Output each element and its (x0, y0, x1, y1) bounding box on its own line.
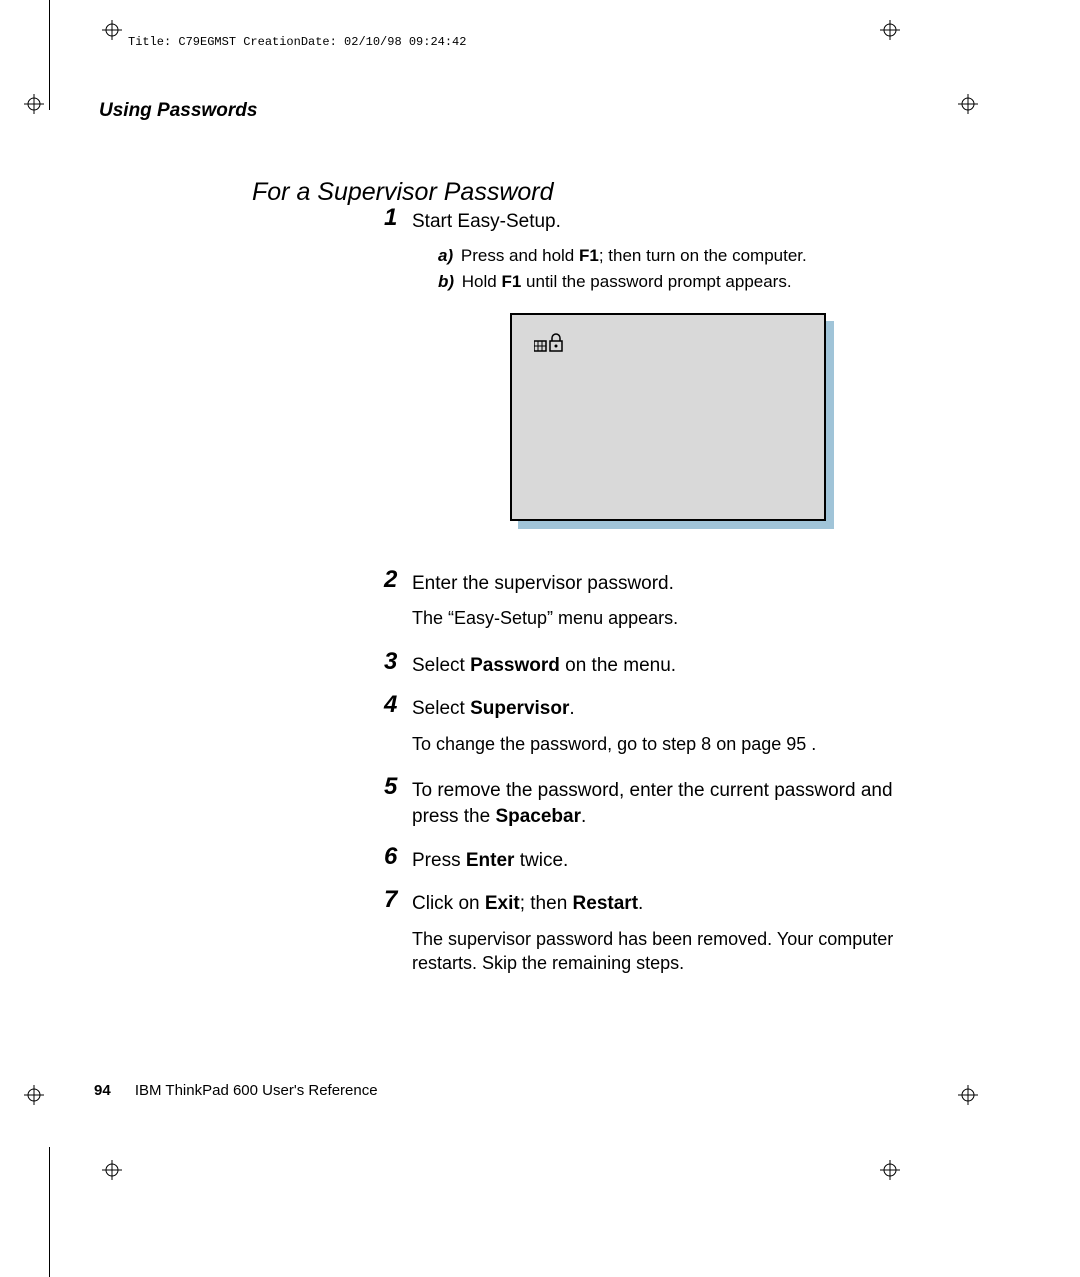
step-7: 7 Click on Exit; then Restart. The super… (384, 887, 944, 979)
step-number: 4 (384, 692, 402, 718)
crop-mark-top-right (958, 94, 978, 114)
step-1: 1 Start Easy-Setup. a) Press and hold F1… (384, 205, 944, 553)
step-number: 2 (384, 567, 402, 593)
step-number: 3 (384, 649, 402, 675)
step-pre: To remove the password, enter the curren… (412, 780, 893, 827)
step-post: . (581, 806, 586, 827)
crop-mark-bottom-inner (102, 1160, 122, 1180)
step-number: 7 (384, 887, 402, 913)
step-number: 1 (384, 205, 402, 231)
document-meta-line: Title: C79EGMST CreationDate: 02/10/98 0… (128, 35, 466, 49)
crop-mark-bottom-right (958, 1085, 978, 1105)
step-post: . (569, 698, 574, 719)
page-footer: 94 IBM ThinkPad 600 User's Reference (94, 1082, 378, 1099)
step-bold: Enter (466, 850, 515, 871)
step-3: 3 Select Password on the menu. (384, 649, 944, 679)
substep-bold: F1 (501, 272, 521, 291)
step-pre: Select (412, 655, 470, 676)
password-lock-icon (534, 333, 566, 363)
step-note: The supervisor password has been removed… (412, 927, 944, 976)
step-bold: Supervisor (470, 698, 569, 719)
step-5: 5 To remove the password, enter the curr… (384, 774, 944, 829)
substep-label: b) (438, 272, 454, 291)
step-bold: Spacebar (495, 806, 581, 827)
step-pre: Select (412, 698, 470, 719)
crop-mark-top-right-inner (880, 20, 900, 40)
step-2: 2 Enter the supervisor password. The “Ea… (384, 567, 944, 635)
step-post: on the menu. (560, 655, 676, 676)
crop-vline-top (49, 0, 50, 110)
step-text: Start Easy-Setup. (412, 211, 561, 232)
step-number: 5 (384, 774, 402, 800)
prompt-box (510, 313, 826, 521)
step-bold: Password (470, 655, 560, 676)
substep-b: b) Hold F1 until the password prompt app… (438, 271, 944, 293)
substep-post: until the password prompt appears. (521, 272, 791, 291)
step-bold-1: Exit (485, 893, 520, 914)
crop-mark-bottom-left (24, 1085, 44, 1105)
substep-a: a) Press and hold F1; then turn on the c… (438, 245, 944, 267)
crop-mark-top-left (24, 94, 44, 114)
substep-pre: Press and hold (461, 246, 579, 265)
step-6: 6 Press Enter twice. (384, 844, 944, 874)
substep-label: a) (438, 246, 453, 265)
subsection-title: For a Supervisor Password (252, 178, 554, 207)
substep-bold: F1 (579, 246, 599, 265)
book-title: IBM ThinkPad 600 User's Reference (135, 1082, 378, 1099)
crop-mark-bottom-right-inner (880, 1160, 900, 1180)
page-number: 94 (94, 1082, 111, 1099)
substep-pre: Hold (462, 272, 502, 291)
content-area: 1 Start Easy-Setup. a) Press and hold F1… (384, 205, 944, 994)
crop-vline-bottom (49, 1147, 50, 1277)
step-pre: Press (412, 850, 466, 871)
password-prompt-illustration (510, 313, 834, 529)
step-4: 4 Select Supervisor. To change the passw… (384, 692, 944, 760)
substep-post: ; then turn on the computer. (599, 246, 807, 265)
step-note: To change the password, go to step 8 on … (412, 732, 944, 756)
step-note: The “Easy-Setup” menu appears. (412, 606, 944, 630)
crop-mark-top-inner (102, 20, 122, 40)
step-post: twice. (514, 850, 568, 871)
step-bold-2: Restart (573, 893, 638, 914)
step-number: 6 (384, 844, 402, 870)
section-header: Using Passwords (99, 100, 257, 122)
step-post: . (638, 893, 643, 914)
step-pre: Click on (412, 893, 485, 914)
step-text: Enter the supervisor password. (412, 573, 674, 594)
step-mid: ; then (520, 893, 573, 914)
